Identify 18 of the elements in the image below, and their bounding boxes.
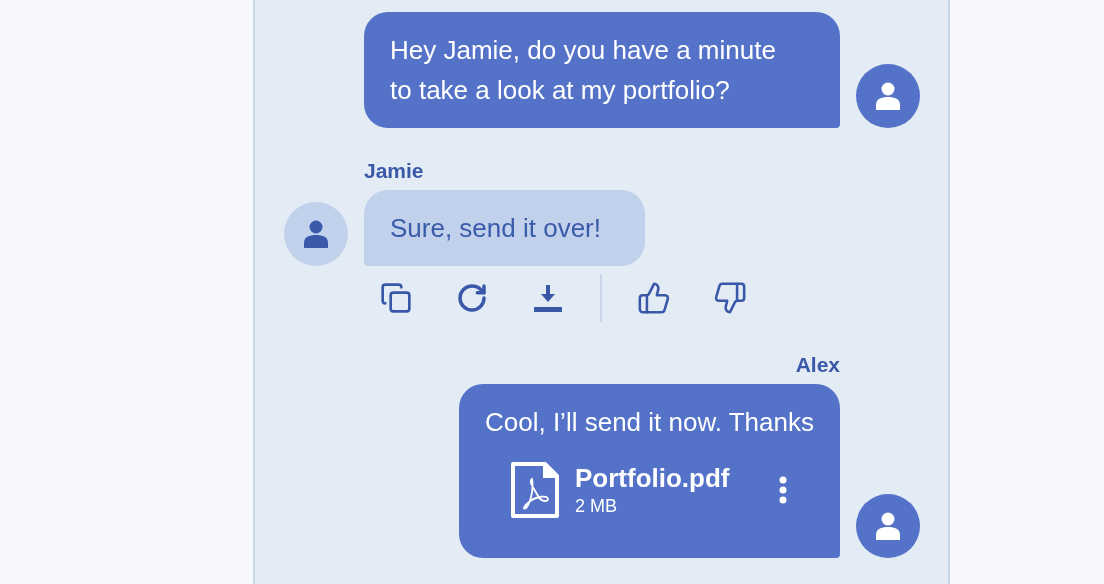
message-text: Hey Jamie, do you have a minute to take a look at my portfolio? bbox=[390, 34, 777, 107]
thumbs-up-icon bbox=[637, 281, 671, 315]
pdf-file-icon bbox=[510, 462, 559, 518]
file-size: 2 MB bbox=[574, 495, 618, 518]
thumbs-down-icon bbox=[713, 281, 747, 315]
user-icon bbox=[303, 220, 329, 248]
user-icon bbox=[875, 82, 901, 110]
sender-name: Alex bbox=[795, 352, 840, 378]
more-button[interactable] bbox=[779, 476, 788, 504]
more-icon bbox=[779, 476, 788, 504]
copy-icon bbox=[380, 282, 412, 314]
file-name[interactable]: Portfolio.pdf bbox=[574, 462, 730, 494]
download-icon bbox=[533, 283, 563, 313]
message-text: Sure, send it over! bbox=[390, 212, 601, 245]
sender-name: Jamie bbox=[364, 158, 424, 184]
message-text: Cool, I’ll send it now. Thanks bbox=[484, 406, 814, 439]
refresh-icon bbox=[456, 282, 488, 314]
user-icon bbox=[875, 512, 901, 540]
